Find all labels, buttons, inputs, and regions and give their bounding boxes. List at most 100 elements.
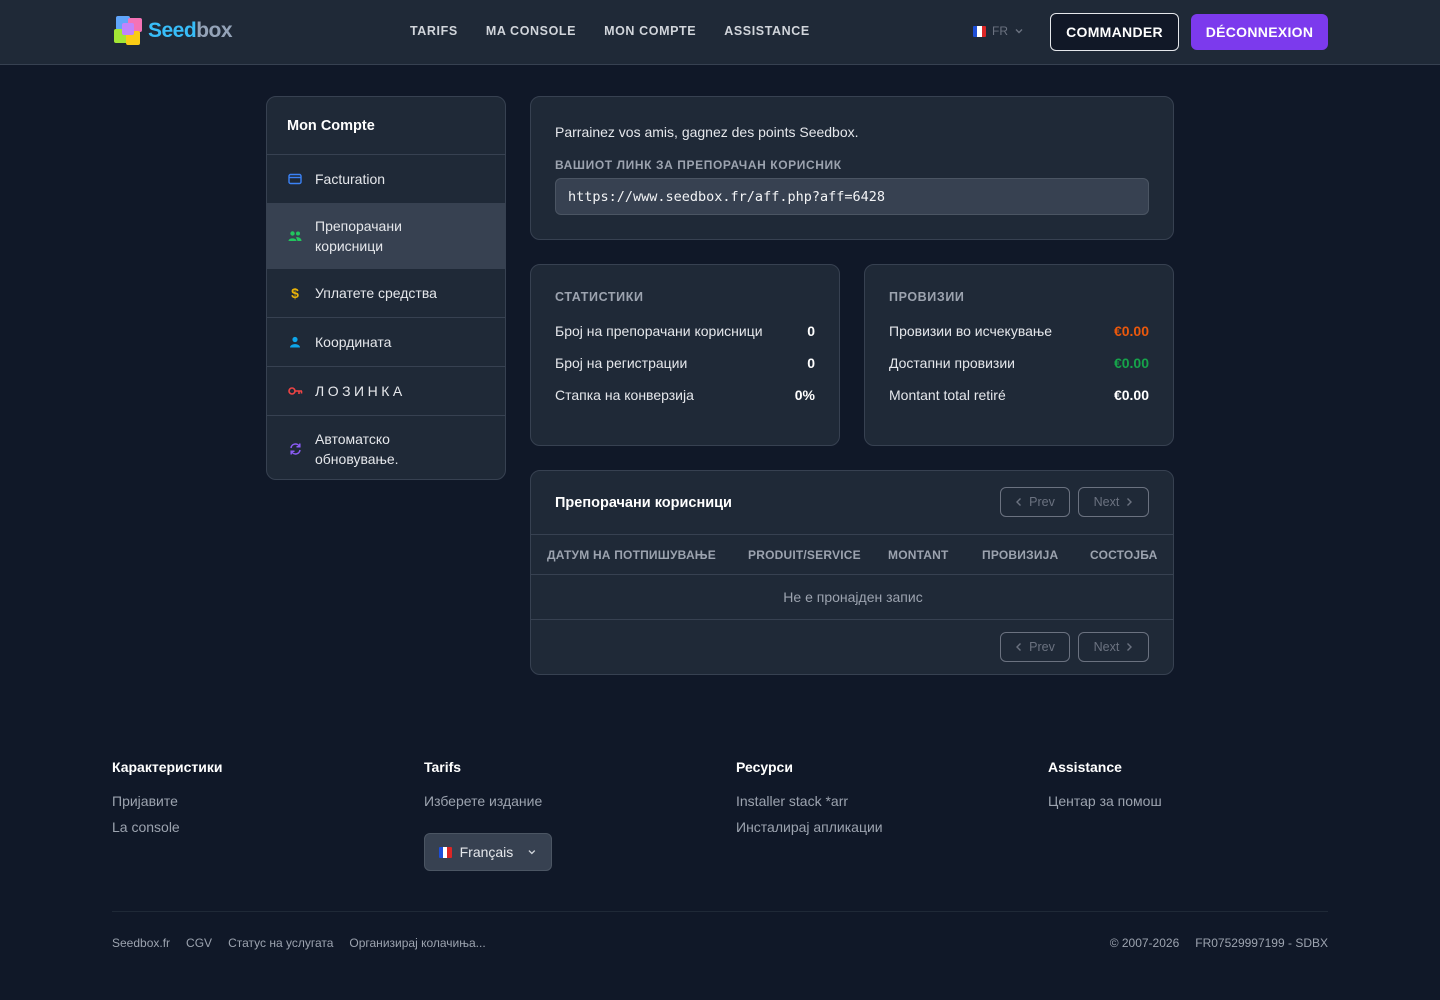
commission-row: Провизии во исчекување €0.00	[889, 323, 1149, 339]
commission-row: Montant total retiré €0.00	[889, 387, 1149, 403]
stat-row: Стапка на конверзија 0%	[555, 387, 815, 403]
sidebar-item-label: Координата	[315, 334, 392, 350]
language-switcher[interactable]: FR	[973, 24, 1024, 38]
footer-column-tarifs: Tarifs Изберете издание	[424, 759, 542, 819]
nav-tarifs[interactable]: TARIFS	[410, 24, 458, 38]
footer-link[interactable]: La console	[112, 819, 223, 835]
chevron-right-icon	[1127, 643, 1133, 651]
nav-ma-console[interactable]: MA CONSOLE	[486, 24, 576, 38]
footer-column-title: Tarifs	[424, 759, 462, 775]
chevron-left-icon	[1016, 498, 1022, 506]
account-sidebar: Mon Compte Facturation Препорачани корис…	[266, 96, 506, 480]
column-header: ПРОВИЗИЈА	[982, 547, 1059, 562]
stat-label: Број на препорачани корисници	[555, 323, 763, 339]
users-icon	[287, 228, 303, 244]
sidebar-item-label: Препорачани корисници	[315, 218, 402, 254]
stat-value: 0	[807, 355, 815, 371]
footer-bottom-link[interactable]: Организирај колачиња...	[349, 936, 485, 950]
commission-label: Montant total retiré	[889, 387, 1006, 403]
footer-column-assistance: Assistance Центар за помош	[1048, 759, 1162, 819]
credit-card-icon	[287, 171, 303, 187]
nav-assistance[interactable]: ASSISTANCE	[724, 24, 810, 38]
language-select-value: Français	[459, 844, 514, 860]
prev-label: Prev	[1029, 640, 1055, 654]
stat-value: 0	[807, 323, 815, 339]
commission-value: €0.00	[1113, 387, 1149, 403]
referral-link-card: Parrainez vos amis, gagnez des points Se…	[530, 96, 1174, 240]
table-header-row: ДАТУМ НА ПОТПИШУВАЊЕ PRODUIT/SERVICE MON…	[531, 534, 1173, 575]
footer-link[interactable]: Installer stack *arr	[736, 793, 883, 809]
stat-row: Број на регистрации 0	[555, 355, 815, 371]
statistics-title: СТАТИСТИКИ	[555, 290, 644, 304]
french-flag-icon	[973, 25, 986, 37]
footer-link[interactable]: Пријавите	[112, 793, 223, 809]
commission-label: Провизии во исчекување	[889, 323, 1053, 339]
next-page-button-top[interactable]: Next	[1078, 487, 1149, 517]
sidebar-item-label: Автоматско обновување.	[315, 430, 399, 467]
referred-users-table-card: Препорачани корисници Prev Next ДАТУМ НА…	[530, 470, 1174, 675]
prev-page-button-bottom[interactable]: Prev	[1000, 632, 1070, 662]
refresh-icon	[287, 441, 303, 457]
next-label: Next	[1093, 495, 1120, 509]
column-header: PRODUIT/SERVICE	[748, 547, 861, 562]
sidebar-item-facturation[interactable]: Facturation	[267, 155, 505, 204]
column-header: MONTANT	[888, 547, 949, 562]
footer-column-resources: Ресурси Installer stack *arr Инсталирај …	[736, 759, 883, 845]
referral-intro-text: Parrainez vos amis, gagnez des points Se…	[555, 124, 859, 140]
sidebar-item-referrals[interactable]: Препорачани корисници	[267, 204, 505, 269]
footer-divider	[112, 911, 1328, 912]
footer-bottom-link[interactable]: CGV	[186, 936, 212, 950]
nav-mon-compte[interactable]: MON COMPTE	[604, 24, 696, 38]
french-flag-icon	[439, 846, 452, 858]
prev-label: Prev	[1029, 495, 1055, 509]
footer-column-title: Assistance	[1048, 759, 1122, 775]
stat-value: 0%	[794, 387, 815, 403]
sidebar-item-contact-details[interactable]: Координата	[267, 318, 505, 367]
commission-value: €0.00	[1113, 323, 1149, 339]
referral-link-label: ВАШИОТ ЛИНК ЗА ПРЕПОРАЧАН КОРИСНИК	[555, 158, 842, 172]
commissions-title: ПРОВИЗИИ	[889, 290, 965, 304]
logo-text-seed: Seed	[148, 19, 197, 42]
commission-label: Достапни провизии	[889, 355, 1015, 371]
commission-value: €0.00	[1113, 355, 1149, 371]
logo-text-box: box	[196, 19, 233, 42]
chevron-right-icon	[1127, 498, 1133, 506]
referral-link-field[interactable]: https://www.seedbox.fr/aff.php?aff=6428	[555, 178, 1149, 215]
stat-label: Број на регистрации	[555, 355, 688, 371]
chevron-down-icon	[528, 850, 536, 855]
column-header: СОСТОЈБА	[1090, 547, 1158, 562]
prev-page-button-top[interactable]: Prev	[1000, 487, 1070, 517]
footer-column-title: Карактеристики	[112, 759, 223, 775]
chevron-left-icon	[1016, 643, 1022, 651]
empty-table-message: Не е пронајден запис	[531, 575, 1173, 620]
footer-link[interactable]: Центар за помош	[1048, 793, 1162, 809]
logo-cubes-icon	[112, 14, 148, 48]
footer-link[interactable]: Изберете издание	[424, 793, 542, 809]
deconnexion-button[interactable]: DÉCONNEXION	[1191, 14, 1328, 50]
sidebar-item-password[interactable]: ЛОЗИНКА	[267, 367, 505, 416]
user-icon	[287, 334, 303, 350]
footer-bottom-link[interactable]: Статус на услугата	[228, 936, 333, 950]
commander-button[interactable]: COMMANDER	[1050, 13, 1179, 51]
seedbox-logo[interactable]: Seedbox	[112, 14, 247, 48]
dollar-icon: $	[291, 285, 299, 301]
footer-column-title: Ресурси	[736, 759, 793, 775]
stat-row: Број на препорачани корисници 0	[555, 323, 815, 339]
sidebar-item-add-funds[interactable]: $ Уплатете средства	[267, 269, 505, 318]
main-nav: TARIFS MA CONSOLE MON COMPTE ASSISTANCE	[410, 24, 810, 38]
statistics-card: СТАТИСТИКИ Број на препорачани корисници…	[530, 264, 840, 446]
table-title: Препорачани корисници	[555, 495, 732, 511]
stat-label: Стапка на конверзија	[555, 387, 694, 403]
sidebar-item-label: Facturation	[315, 171, 386, 187]
sidebar-title: Mon Compte	[267, 97, 505, 155]
footer-legal: © 2007-2026 FR07529997199 - SDBX	[1110, 936, 1328, 950]
next-label: Next	[1093, 640, 1120, 654]
sidebar-item-auto-renewal[interactable]: Автоматско обновување.	[267, 416, 505, 479]
next-page-button-bottom[interactable]: Next	[1078, 632, 1149, 662]
footer-bottom-link[interactable]: Seedbox.fr	[112, 936, 170, 950]
language-code: FR	[992, 24, 1008, 38]
footer-language-select[interactable]: Français	[424, 833, 552, 871]
footer-link[interactable]: Инсталирај апликации	[736, 819, 883, 835]
column-header: ДАТУМ НА ПОТПИШУВАЊЕ	[547, 547, 716, 562]
sidebar-item-label: ЛОЗИНКА	[315, 383, 406, 399]
